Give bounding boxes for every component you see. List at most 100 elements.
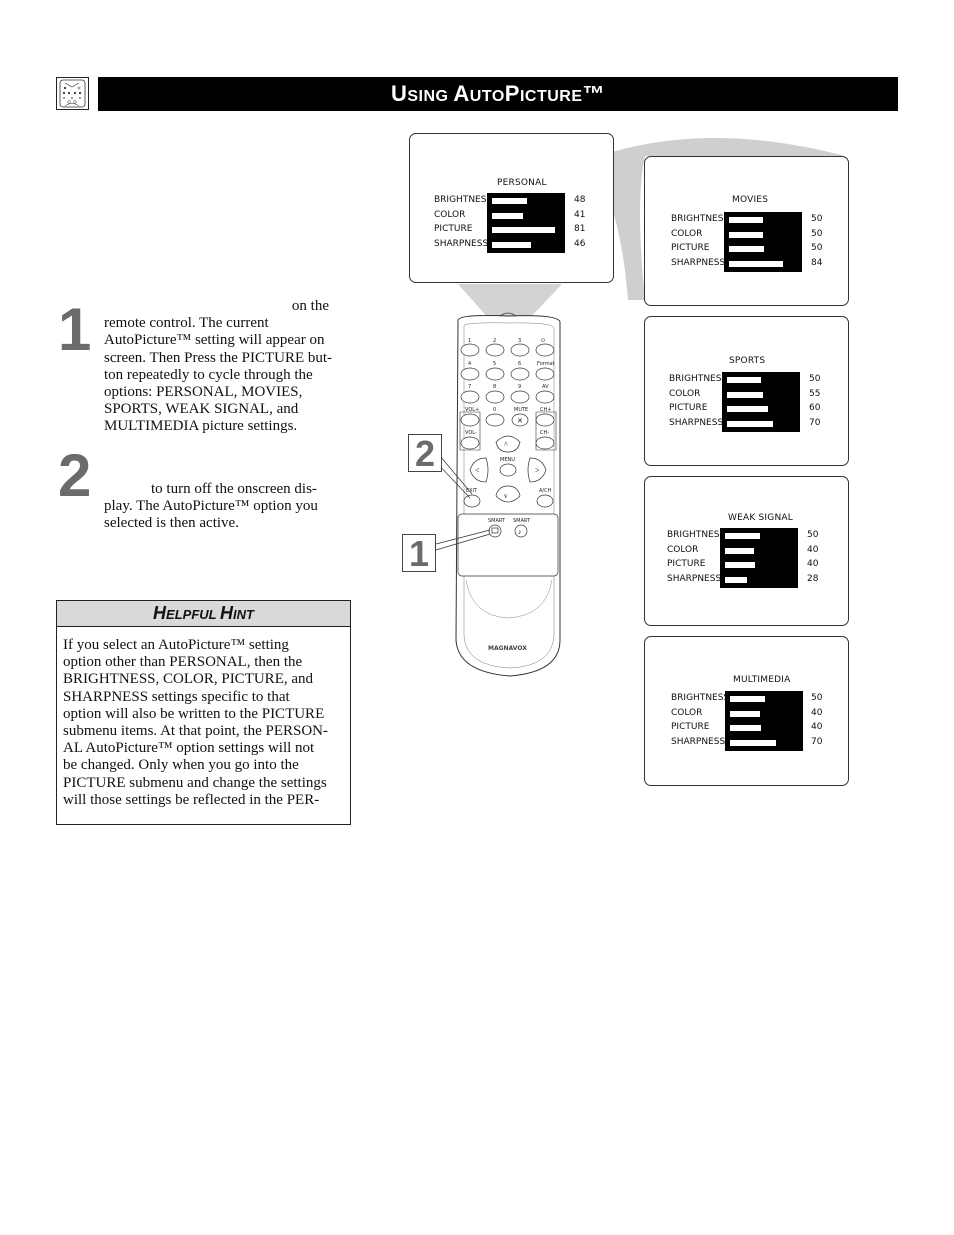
- slider-fill: [764, 246, 797, 252]
- setting-slider-sharpness[interactable]: [491, 240, 561, 249]
- setting-label-picture: PICTURE: [669, 403, 708, 413]
- setting-slider-brightness[interactable]: [729, 695, 799, 703]
- remote-control: 1 2 3 ⏻ 4 5 6 Format 7 8 9 AV VOL+ 0 MUT…: [400, 280, 600, 700]
- smart-picture-button[interactable]: [488, 524, 502, 538]
- setting-slider-brightness[interactable]: [726, 376, 796, 384]
- slider-fill: [761, 377, 795, 383]
- setting-label-sharpness: SHARPNESS: [434, 238, 489, 249]
- setting-slider-sharpness[interactable]: [726, 419, 796, 428]
- screen-title: SPORTS: [729, 356, 766, 366]
- svg-text:5: 5: [493, 361, 496, 367]
- brand-logo: MAGNAVOX: [488, 645, 527, 652]
- ach-button[interactable]: [536, 494, 554, 508]
- svg-text:A/CH: A/CH: [539, 488, 552, 494]
- setting-slider-color[interactable]: [729, 709, 799, 718]
- setting-slider-picture[interactable]: [726, 405, 796, 413]
- setting-value-color: 41: [574, 209, 586, 220]
- slider-fill: [522, 212, 560, 219]
- setting-label-brightness: BRIGHTNESS: [671, 693, 730, 703]
- setting-value-color: 50: [811, 228, 823, 239]
- osd-screen-personal: PERSONAL BRIGHTNESS 48 COLOR 41 PICTURE 81 SHAR…: [409, 133, 614, 283]
- svg-text:1: 1: [468, 338, 471, 344]
- slider-fill: [746, 576, 793, 583]
- svg-text:3: 3: [518, 338, 521, 344]
- osd-screen-sports: SPORTS BRIGHTNESS 50 COLOR 55 PICTURE 60 SHARPN…: [644, 316, 849, 466]
- screen-title: MOVIES: [732, 195, 769, 205]
- setting-label-picture: PICTURE: [667, 559, 706, 569]
- setting-value-brightness: 50: [809, 374, 821, 384]
- svg-text:Format: Format: [537, 361, 555, 367]
- setting-slider-color[interactable]: [491, 211, 561, 220]
- setting-slider-color[interactable]: [728, 230, 798, 239]
- svg-text:v: v: [504, 492, 508, 500]
- svg-text:MENU: MENU: [500, 457, 515, 463]
- slider-fill: [753, 547, 793, 554]
- setting-slider-picture[interactable]: [724, 561, 794, 569]
- setting-value-color: 55: [809, 388, 821, 399]
- smart-panel: [457, 513, 559, 577]
- slider-fill: [767, 406, 795, 412]
- screen-title: WEAK SIGNAL: [728, 513, 793, 523]
- svg-text:CH-: CH-: [540, 430, 549, 436]
- setting-slider-picture[interactable]: [491, 226, 561, 234]
- setting-slider-picture[interactable]: [729, 724, 799, 732]
- svg-text:9: 9: [518, 384, 521, 390]
- slider-fill: [759, 533, 793, 539]
- setting-value-sharpness: 70: [811, 736, 823, 747]
- svg-text:AV: AV: [542, 384, 549, 390]
- setting-label-picture: PICTURE: [434, 224, 473, 234]
- setting-slider-picture[interactable]: [728, 245, 798, 253]
- svg-text:8: 8: [493, 384, 496, 390]
- slider-fill: [754, 562, 793, 568]
- setting-label-brightness: BRIGHTNESS: [667, 530, 726, 540]
- slider-fill: [773, 420, 795, 427]
- setting-value-sharpness: 46: [574, 238, 586, 249]
- power-icon: ⏻: [541, 338, 545, 344]
- setting-value-picture: 60: [809, 403, 821, 413]
- setting-value-sharpness: 84: [811, 257, 823, 268]
- setting-slider-brightness[interactable]: [728, 216, 798, 224]
- osd-screen-weak-signal: WEAK SIGNAL BRIGHTNESS 50 COLOR 40 PICTURE 40 S…: [644, 476, 849, 626]
- setting-slider-sharpness[interactable]: [728, 259, 798, 268]
- setting-value-sharpness: 28: [807, 573, 819, 584]
- setting-slider-sharpness[interactable]: [724, 575, 794, 584]
- svg-text:✕: ✕: [517, 417, 523, 425]
- setting-slider-color[interactable]: [724, 546, 794, 555]
- exit-button[interactable]: [463, 494, 481, 508]
- setting-value-picture: 50: [811, 243, 823, 253]
- svg-text:^: ^: [504, 440, 508, 449]
- setting-value-color: 40: [811, 707, 823, 718]
- osd-screen-movies: MOVIES BRIGHTNESS 50 COLOR 50 PICTURE 50 SHARPN…: [644, 156, 849, 306]
- setting-slider-brightness[interactable]: [491, 197, 561, 205]
- setting-label-brightness: BRIGHTNESS: [434, 195, 493, 205]
- svg-text:7: 7: [468, 384, 471, 390]
- setting-slider-sharpness[interactable]: [729, 738, 799, 747]
- osd-screen-multimedia: MULTIMEDIA BRIGHTNESS 50 COLOR 40 PICTURE 40 SH…: [644, 636, 849, 786]
- setting-slider-brightness[interactable]: [724, 532, 794, 540]
- setting-value-picture: 81: [574, 224, 586, 234]
- setting-value-brightness: 50: [811, 693, 823, 703]
- setting-label-color: COLOR: [671, 228, 703, 239]
- setting-label-color: COLOR: [434, 209, 466, 220]
- vol-down-button[interactable]: [460, 436, 480, 450]
- svg-text:0: 0: [493, 407, 496, 413]
- setting-value-brightness: 50: [811, 214, 823, 224]
- slider-fill: [530, 241, 560, 248]
- callout-step-2: 2: [408, 434, 442, 473]
- setting-label-brightness: BRIGHTNESS: [669, 374, 728, 384]
- slider-fill: [527, 198, 560, 204]
- ch-down-button[interactable]: [535, 436, 555, 450]
- slider-fill: [763, 231, 797, 238]
- setting-slider-color[interactable]: [726, 390, 796, 399]
- slider-fill: [775, 739, 798, 746]
- slider-fill: [763, 391, 795, 398]
- slider-fill: [759, 710, 798, 717]
- menu-button[interactable]: [499, 463, 517, 477]
- setting-label-color: COLOR: [667, 544, 699, 555]
- setting-value-sharpness: 70: [809, 417, 821, 428]
- slider-fill: [760, 725, 798, 731]
- setting-label-color: COLOR: [671, 707, 703, 718]
- svg-text:<: <: [475, 466, 480, 475]
- svg-text:>: >: [535, 466, 540, 475]
- svg-text:VOL-: VOL-: [465, 430, 477, 436]
